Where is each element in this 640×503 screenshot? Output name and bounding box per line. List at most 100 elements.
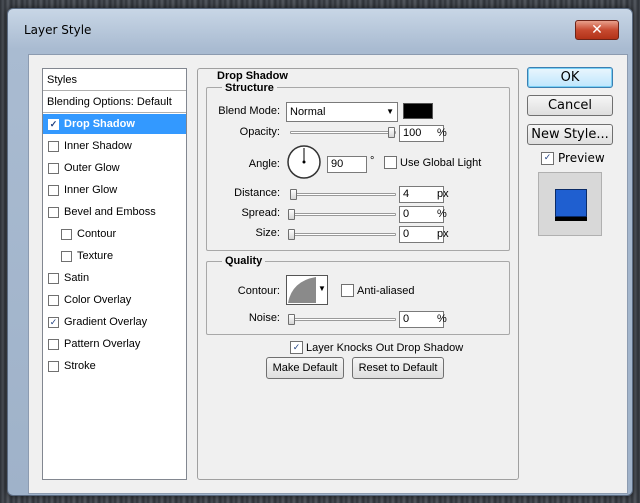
checkbox-icon[interactable]: ✓ xyxy=(48,316,59,328)
contour-picker[interactable]: ▼ xyxy=(286,275,328,305)
styles-list: Styles Blending Options: Default ✓ Drop S… xyxy=(42,68,187,480)
style-item-drop-shadow[interactable]: ✓ Drop Shadow xyxy=(43,114,186,134)
spread-unit: % xyxy=(437,208,447,220)
style-item-bevel-and-emboss[interactable]: Bevel and Emboss xyxy=(43,202,186,222)
style-item-contour[interactable]: Contour xyxy=(43,224,186,244)
anti-aliased-checkbox[interactable]: Anti-aliased xyxy=(341,284,414,297)
opacity-slider-thumb[interactable] xyxy=(388,127,395,138)
style-item-label: Inner Shadow xyxy=(64,140,132,152)
preview-thumbnail xyxy=(538,172,602,236)
size-slider-track[interactable] xyxy=(290,233,396,236)
preview-swatch xyxy=(555,189,587,217)
distance-slider-thumb[interactable] xyxy=(290,189,297,200)
window-title: Layer Style xyxy=(24,23,92,37)
style-item-label: Outer Glow xyxy=(64,162,120,174)
preview-shadow xyxy=(555,217,587,221)
checkbox-icon[interactable] xyxy=(48,338,59,350)
spread-slider-track[interactable] xyxy=(290,213,396,216)
contour-label: Contour: xyxy=(237,285,280,297)
size-label: Size: xyxy=(255,227,280,239)
checkbox-icon[interactable] xyxy=(48,184,59,196)
opacity-label: Opacity: xyxy=(239,126,280,138)
use-global-light-box[interactable] xyxy=(384,156,397,169)
angle-unit: ° xyxy=(370,155,375,167)
distance-label: Distance: xyxy=(234,187,280,199)
checkbox-icon[interactable] xyxy=(48,140,59,152)
style-item-label: Pattern Overlay xyxy=(64,338,141,350)
style-item-inner-shadow[interactable]: Inner Shadow xyxy=(43,136,186,156)
style-item-label: Contour xyxy=(77,228,117,240)
drop-shadow-title: Drop Shadow xyxy=(214,70,291,82)
preview-box[interactable]: ✓ xyxy=(541,151,554,165)
style-item-color-overlay[interactable]: Color Overlay xyxy=(43,290,186,310)
distance-slider-track[interactable] xyxy=(290,193,396,196)
knocks-out-label: Layer Knocks Out Drop Shadow xyxy=(306,341,464,354)
distance-unit: px xyxy=(437,188,449,200)
use-global-light-checkbox[interactable]: Use Global Light xyxy=(384,156,481,169)
opacity-slider-track[interactable] xyxy=(290,131,396,134)
opacity-unit: % xyxy=(437,127,447,139)
noise-label: Noise: xyxy=(248,312,280,324)
style-item-pattern-overlay[interactable]: Pattern Overlay xyxy=(43,334,186,354)
quality-title: Quality xyxy=(222,255,266,267)
blend-mode-value: Normal xyxy=(290,106,326,118)
style-item-label: Color Overlay xyxy=(64,294,132,306)
spread-label: Spread: xyxy=(241,207,280,219)
style-item-label: Texture xyxy=(77,250,114,262)
style-item-inner-glow[interactable]: Inner Glow xyxy=(43,180,186,200)
style-item-label: Inner Glow xyxy=(64,184,118,196)
checkbox-icon[interactable] xyxy=(48,206,59,218)
checkbox-icon[interactable] xyxy=(48,162,59,174)
structure-title: Structure xyxy=(222,82,277,94)
size-slider-thumb[interactable] xyxy=(288,229,295,240)
drop-shadow-panel: Drop Shadow Structure Blend Mode: Normal… xyxy=(197,68,519,480)
style-item-texture[interactable]: Texture xyxy=(43,246,186,266)
checkbox-icon[interactable] xyxy=(48,294,59,306)
reset-default-button[interactable]: Reset to Default xyxy=(352,357,444,379)
anti-aliased-box[interactable] xyxy=(341,284,354,297)
style-item-satin[interactable]: Satin xyxy=(43,268,186,288)
chevron-down-icon: ▼ xyxy=(386,107,394,116)
noise-slider-track[interactable] xyxy=(290,318,396,321)
knocks-out-checkbox[interactable]: ✓ Layer Knocks Out Drop Shadow xyxy=(290,341,463,354)
checkbox-icon[interactable] xyxy=(61,250,72,262)
blend-mode-select[interactable]: Normal ▼ xyxy=(286,102,398,122)
contour-curve-icon xyxy=(288,277,316,303)
knocks-out-box[interactable]: ✓ xyxy=(290,341,303,354)
checkbox-icon[interactable] xyxy=(48,360,59,372)
style-item-label: Bevel and Emboss xyxy=(64,206,156,218)
contour-dropdown-icon[interactable]: ▼ xyxy=(318,284,326,293)
noise-unit: % xyxy=(437,313,447,325)
preview-checkbox[interactable]: ✓ Preview xyxy=(541,151,605,165)
angle-label: Angle: xyxy=(248,158,280,170)
style-item-label: Gradient Overlay xyxy=(64,316,148,328)
style-item-label: Satin xyxy=(64,272,90,284)
blending-options-item[interactable]: Blending Options: Default xyxy=(43,91,186,113)
close-button[interactable]: ✕ xyxy=(575,20,619,40)
shadow-color-swatch[interactable] xyxy=(403,103,433,119)
preview-label: Preview xyxy=(558,151,605,165)
style-item-outer-glow[interactable]: Outer Glow xyxy=(43,158,186,178)
use-global-light-label: Use Global Light xyxy=(400,156,482,169)
make-default-button[interactable]: Make Default xyxy=(266,357,344,379)
noise-slider-thumb[interactable] xyxy=(288,314,295,325)
checkbox-icon[interactable] xyxy=(48,272,59,284)
close-icon: ✕ xyxy=(591,22,603,38)
angle-input[interactable]: 90 xyxy=(327,156,367,173)
size-unit: px xyxy=(437,228,449,240)
layer-style-window: Layer Style ✕ Styles Blending Options: D… xyxy=(7,8,633,496)
checkbox-icon[interactable]: ✓ xyxy=(48,118,59,130)
checkbox-icon[interactable] xyxy=(61,228,72,240)
spread-slider-thumb[interactable] xyxy=(288,209,295,220)
angle-dial[interactable] xyxy=(286,144,322,180)
cancel-button[interactable]: Cancel xyxy=(527,95,613,116)
ok-button[interactable]: OK xyxy=(527,67,613,88)
style-item-stroke[interactable]: Stroke xyxy=(43,356,186,376)
dialog-client: Styles Blending Options: Default ✓ Drop S… xyxy=(28,54,628,494)
anti-aliased-label: Anti-aliased xyxy=(357,284,415,297)
styles-header[interactable]: Styles xyxy=(43,69,186,91)
style-item-label: Drop Shadow xyxy=(64,118,135,130)
style-item-label: Stroke xyxy=(64,360,96,372)
new-style-button[interactable]: New Style... xyxy=(527,124,613,145)
style-item-gradient-overlay[interactable]: ✓ Gradient Overlay xyxy=(43,312,186,332)
